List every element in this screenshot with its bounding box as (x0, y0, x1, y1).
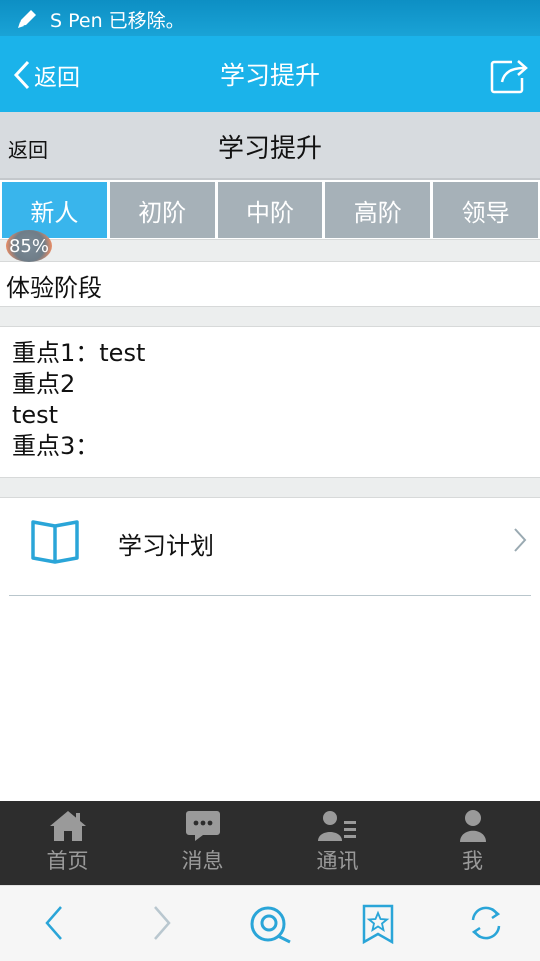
home-icon (49, 811, 86, 841)
contacts-icon (317, 811, 356, 841)
nav-home-label: 首页 (46, 849, 89, 873)
forward-arrow-icon[interactable] (150, 904, 174, 946)
tab-leader[interactable]: 领导 (433, 182, 538, 238)
nav-me-label: 我 (462, 849, 483, 873)
key-point-line: 重点3： (12, 432, 100, 460)
study-plan-label: 学习计划 (118, 532, 214, 560)
sub-header-title: 学习提升 (217, 134, 322, 164)
chevron-left-icon (13, 60, 30, 90)
key-point-line: test (12, 401, 59, 429)
tab-newcomer[interactable]: 新人 (2, 182, 107, 238)
sub-header: 学习提升 返回 (0, 112, 540, 180)
nav-contacts[interactable]: 通讯 (270, 801, 405, 885)
page-title: 学习提升 (219, 61, 320, 90)
stage-title: 体验阶段 (6, 274, 102, 302)
browser-bar (0, 885, 540, 961)
sub-back-button[interactable]: 返回 (8, 134, 48, 163)
pen-icon (16, 7, 40, 33)
nav-home[interactable]: 首页 (0, 801, 135, 885)
study-plan-row[interactable]: 学习计划 (0, 498, 540, 594)
back-button[interactable]: 返回 (12, 58, 80, 92)
title-bar: 学习提升 返回 (0, 36, 540, 112)
row-divider (9, 595, 531, 596)
nav-me[interactable]: 我 (405, 801, 540, 885)
key-point-line: 重点2 (12, 370, 76, 398)
nav-messages[interactable]: 消息 (135, 801, 270, 885)
bookmark-icon[interactable] (362, 904, 394, 948)
book-icon (30, 514, 80, 568)
divider-strip (0, 306, 540, 327)
progress-badge: 85% (6, 230, 52, 262)
chevron-right-icon (512, 526, 528, 558)
back-label: 返回 (34, 65, 80, 91)
browser-home-icon[interactable] (248, 904, 292, 948)
message-icon (185, 811, 220, 841)
divider-strip (0, 477, 540, 498)
divider-strip (0, 239, 540, 262)
level-tabs: 新人 初阶 中阶 高阶 领导 (2, 182, 538, 238)
status-bar: S Pen 已移除。 (0, 0, 540, 36)
share-icon[interactable] (490, 58, 528, 98)
refresh-icon[interactable] (468, 904, 504, 946)
tab-advanced[interactable]: 高阶 (325, 182, 431, 238)
tab-beginner[interactable]: 初阶 (109, 182, 215, 238)
status-notification: S Pen 已移除。 (50, 10, 185, 32)
person-icon (459, 810, 486, 842)
nav-messages-label: 消息 (181, 849, 224, 873)
bottom-nav: 首页 消息 通讯 我 (0, 801, 540, 885)
tab-intermediate[interactable]: 中阶 (217, 182, 323, 238)
key-points: 重点1：test 重点2 test 重点3： (12, 338, 145, 462)
key-point-line: 重点1：test (12, 339, 146, 367)
nav-contacts-label: 通讯 (316, 849, 359, 873)
back-arrow-icon[interactable] (42, 904, 66, 946)
